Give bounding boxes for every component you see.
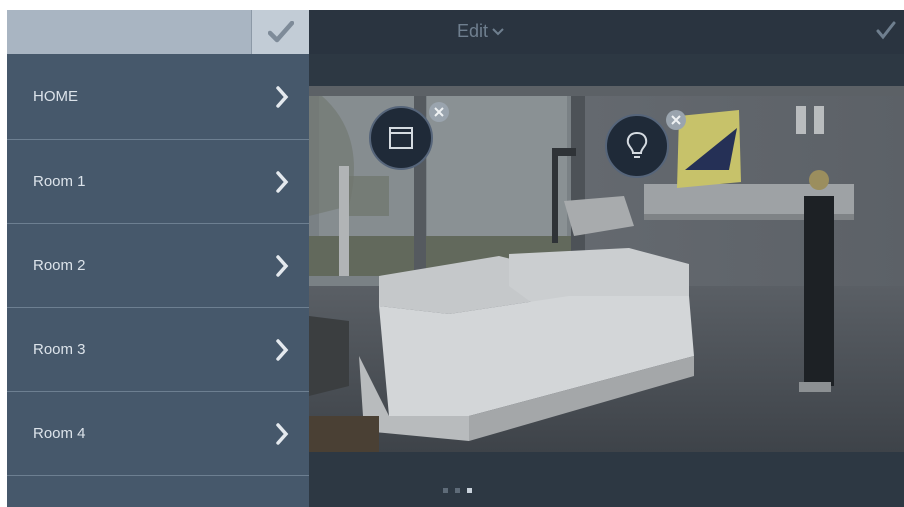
sidebar-top-bar [7,10,309,54]
sidebar-item-label: Room 3 [33,341,86,358]
chevron-down-icon [492,27,504,35]
close-icon [671,115,681,125]
page-dot[interactable] [443,488,448,493]
room-name-input[interactable] [7,10,251,54]
sidebar-item-room-4[interactable]: Room 4 [7,392,309,476]
page-dot[interactable] [455,488,460,493]
chevron-right-icon [276,422,289,445]
sidebar-item-room-2[interactable]: Room 2 [7,224,309,308]
check-icon [267,21,294,43]
chevron-right-icon [276,85,289,108]
window-blind-device[interactable] [369,106,433,170]
page-dot-active[interactable] [467,488,472,493]
close-icon [434,107,444,117]
sub-header-bar [309,54,904,86]
sidebar-item-partial[interactable] [7,476,309,507]
app-frame: HOME Room 1 Room 2 Room 3 Room 4 Edit [7,10,904,507]
room-list: HOME Room 1 Room 2 Room 3 Room 4 [7,54,309,507]
chevron-right-icon [276,254,289,277]
page-title: Edit [457,21,489,41]
sidebar-item-room-3[interactable]: Room 3 [7,308,309,392]
sidebar-item-label: Room 1 [33,173,86,190]
edit-menu-toggle[interactable]: Edit [457,21,504,42]
chevron-right-icon [276,338,289,361]
sidebar-item-label: Room 2 [33,257,86,274]
window-blind-icon [389,127,413,149]
header-bar: Edit [309,10,904,54]
light-bulb-device[interactable] [605,114,669,178]
light-bulb-icon [626,131,648,158]
remove-device-button[interactable] [429,102,449,122]
check-icon [876,21,896,40]
sidebar-item-label: HOME [33,88,78,105]
sidebar-item-room-1[interactable]: Room 1 [7,140,309,224]
sidebar-item-label: Room 4 [33,425,86,442]
sidebar-item-home[interactable]: HOME [7,54,309,140]
confirm-button[interactable] [876,21,896,46]
page-dots [443,488,472,493]
room-sidebar: HOME Room 1 Room 2 Room 3 Room 4 [7,10,309,507]
page-indicator-bar [309,452,904,507]
room-photo [309,86,904,452]
sidebar-confirm-button[interactable] [251,10,309,54]
chevron-right-icon [276,170,289,193]
remove-device-button[interactable] [666,110,686,130]
